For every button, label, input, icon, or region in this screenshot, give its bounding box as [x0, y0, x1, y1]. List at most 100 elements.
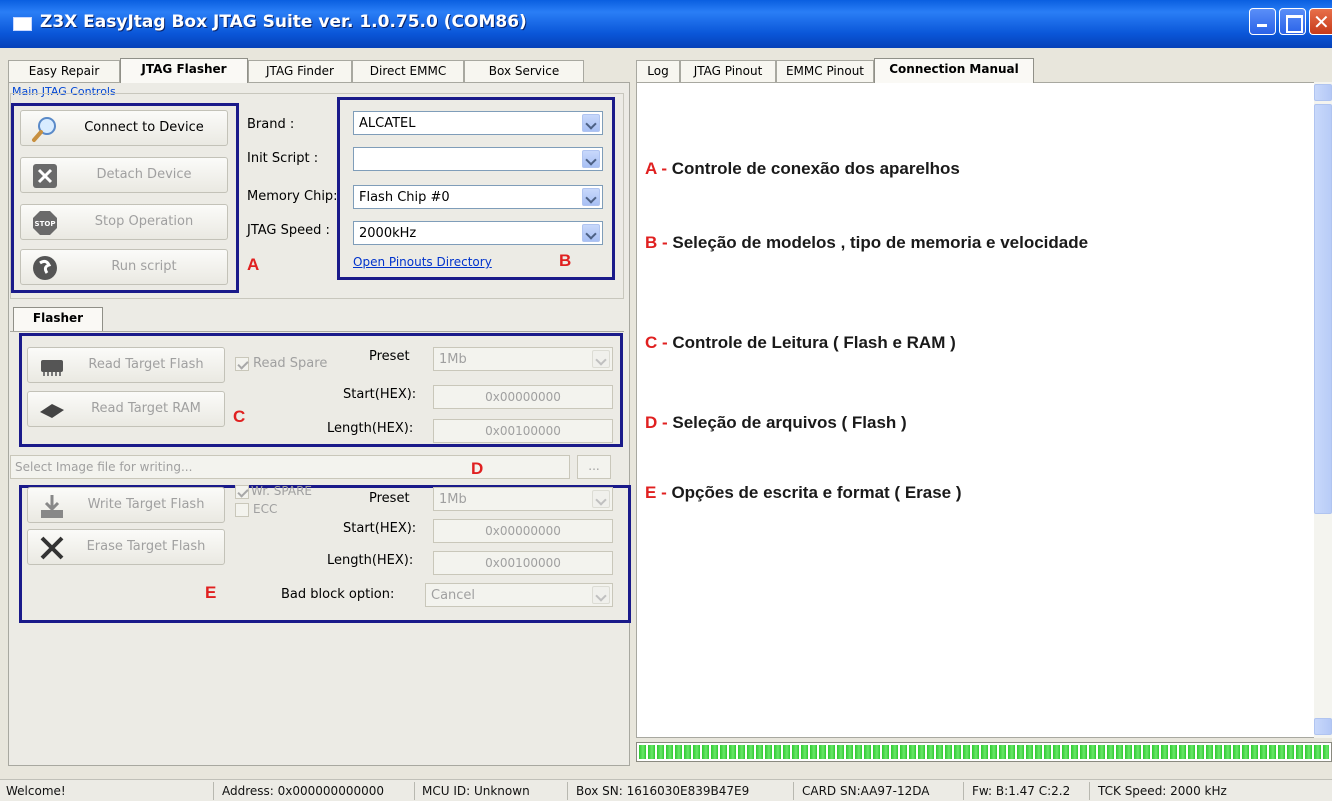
preset2-value: 1Mb: [439, 492, 467, 507]
tab-connection-manual[interactable]: Connection Manual: [874, 58, 1034, 83]
manual-text-a: Controle de conexão dos aparelhos: [671, 159, 960, 178]
maximize-button[interactable]: [1279, 8, 1306, 35]
annotation-letter-e: E: [205, 583, 217, 602]
tab-flasher[interactable]: Flasher: [13, 307, 103, 331]
preset-value: 1Mb: [439, 352, 467, 367]
write-flash-button[interactable]: Write Target Flash: [27, 487, 225, 523]
wr-spare-label: Wr. SPARE: [251, 484, 313, 498]
detach-button[interactable]: Detach Device: [20, 157, 228, 193]
left-tab-strip: Easy Repair JTAG Flasher JTAG Finder Dir…: [8, 58, 630, 83]
manual-sep-a: -: [656, 159, 672, 178]
svg-text:STOP: STOP: [35, 220, 56, 228]
connect-button[interactable]: Connect to Device: [20, 110, 228, 146]
tab-jtag-pinout[interactable]: JTAG Pinout: [680, 60, 776, 82]
scroll-up-button[interactable]: [1314, 84, 1332, 101]
annotation-letter-a: A: [247, 255, 260, 274]
scrollbar-thumb[interactable]: [1314, 104, 1332, 514]
read-flash-button[interactable]: Read Target Flash: [27, 347, 225, 383]
image-file-input[interactable]: Select Image file for writing...: [10, 455, 570, 479]
start2-hex-label: Start(HEX):: [343, 521, 417, 536]
tab-jtag-finder[interactable]: JTAG Finder: [248, 60, 352, 82]
vertical-scrollbar[interactable]: [1314, 82, 1332, 738]
read-spare-label: Read Spare: [253, 356, 328, 371]
start-hex-label: Start(HEX):: [343, 387, 417, 402]
magnifier-icon: [32, 117, 56, 142]
annotation-letter-c: C: [233, 407, 246, 426]
status-address: Address: 0x000000000000: [222, 784, 384, 798]
manual-letter-c: C: [645, 333, 658, 352]
manual-line-a: A - Controle de conexão dos aparelhos: [645, 159, 960, 179]
flasher-divider: [10, 331, 624, 332]
brand-select[interactable]: ALCATEL: [353, 111, 603, 135]
browse-button[interactable]: ...: [577, 455, 611, 479]
read-spare-checkbox[interactable]: [235, 357, 249, 371]
jtag-speed-label: JTAG Speed :: [247, 223, 330, 238]
length-hex-label: Length(HEX):: [327, 421, 414, 436]
stop-label: Stop Operation: [94, 214, 194, 229]
chip-icon: [41, 360, 63, 376]
brand-label: Brand :: [247, 117, 295, 132]
status-firmware: Fw: B:1.47 C:2.2: [972, 784, 1071, 798]
length2-hex-field[interactable]: 0x00100000: [433, 551, 613, 575]
jtag-speed-value: 2000kHz: [359, 226, 417, 241]
tab-log[interactable]: Log: [636, 60, 680, 82]
status-separator: [414, 782, 415, 800]
preset-select[interactable]: 1Mb: [433, 347, 613, 371]
chevron-down-icon: [582, 150, 600, 168]
manual-sep-e: -: [656, 483, 672, 502]
chevron-down-icon: [582, 188, 600, 206]
run-script-button[interactable]: Run script: [20, 249, 228, 285]
bad-block-label: Bad block option:: [281, 587, 395, 602]
memory-chip-select[interactable]: Flash Chip #0: [353, 185, 603, 209]
manual-letter-e: E: [645, 483, 657, 502]
memory-chip-value: Flash Chip #0: [359, 190, 450, 205]
start2-hex-field[interactable]: 0x00000000: [433, 519, 613, 543]
read-ram-button[interactable]: Read Target RAM: [27, 391, 225, 427]
ecc-checkbox[interactable]: [235, 503, 249, 517]
manual-text-e: Opções de escrita e format ( Erase ): [671, 483, 962, 502]
connection-manual-panel: A - Controle de conexão dos aparelhos B …: [636, 82, 1316, 738]
status-separator: [1089, 782, 1090, 800]
chevron-down-icon: [582, 114, 600, 132]
tab-jtag-flasher[interactable]: JTAG Flasher: [120, 58, 248, 83]
open-pinouts-link[interactable]: Open Pinouts Directory: [353, 255, 492, 269]
status-separator: [793, 782, 794, 800]
read-flash-label: Read Target Flash: [88, 357, 204, 372]
erase-flash-button[interactable]: Erase Target Flash: [27, 529, 225, 565]
progress-bar: [636, 742, 1332, 762]
preset2-select[interactable]: 1Mb: [433, 487, 613, 511]
download-icon: [41, 495, 63, 518]
length-hex-field[interactable]: 0x00100000: [433, 419, 613, 443]
right-tab-strip: Log JTAG Pinout EMMC Pinout Connection M…: [636, 58, 1316, 83]
manual-line-e: E - Opções de escrita e format ( Erase ): [645, 483, 962, 503]
start-hex-field[interactable]: 0x00000000: [433, 385, 613, 409]
manual-line-d: D - Seleção de arquivos ( Flash ): [645, 413, 907, 433]
preset-label: Preset: [369, 349, 410, 364]
manual-sep-d: -: [657, 413, 673, 432]
status-tck-speed: TCK Speed: 2000 kHz: [1098, 784, 1227, 798]
scroll-down-button[interactable]: [1314, 718, 1332, 735]
minimize-button[interactable]: [1249, 8, 1276, 35]
bad-block-select[interactable]: Cancel: [425, 583, 613, 607]
close-button[interactable]: ✕: [1309, 8, 1332, 35]
tab-emmc-pinout[interactable]: EMMC Pinout: [776, 60, 874, 82]
init-script-select[interactable]: [353, 147, 603, 171]
manual-text-b: Seleção de modelos , tipo de memoria e v…: [672, 233, 1089, 252]
title-bar: Z3X EasyJtag Box JTAG Suite ver. 1.0.75.…: [0, 0, 1332, 48]
chevron-down-icon: [592, 350, 610, 368]
tab-box-service[interactable]: Box Service: [464, 60, 584, 82]
memory-chip-label: Memory Chip:: [247, 189, 338, 204]
wr-spare-checkbox[interactable]: [235, 485, 249, 499]
tab-direct-emmc[interactable]: Direct EMMC: [352, 60, 464, 82]
jtag-speed-select[interactable]: 2000kHz: [353, 221, 603, 245]
close-icon: ✕: [1313, 10, 1330, 34]
status-welcome: Welcome!: [6, 784, 66, 798]
tab-easy-repair[interactable]: Easy Repair: [8, 60, 120, 82]
stop-button[interactable]: STOP Stop Operation: [20, 204, 228, 240]
init-script-label: Init Script :: [247, 151, 319, 166]
chevron-down-icon: [592, 490, 610, 508]
read-ram-label: Read Target RAM: [91, 401, 201, 416]
manual-letter-a: A: [645, 159, 657, 178]
status-separator: [213, 782, 214, 800]
length2-hex-label: Length(HEX):: [327, 553, 414, 568]
